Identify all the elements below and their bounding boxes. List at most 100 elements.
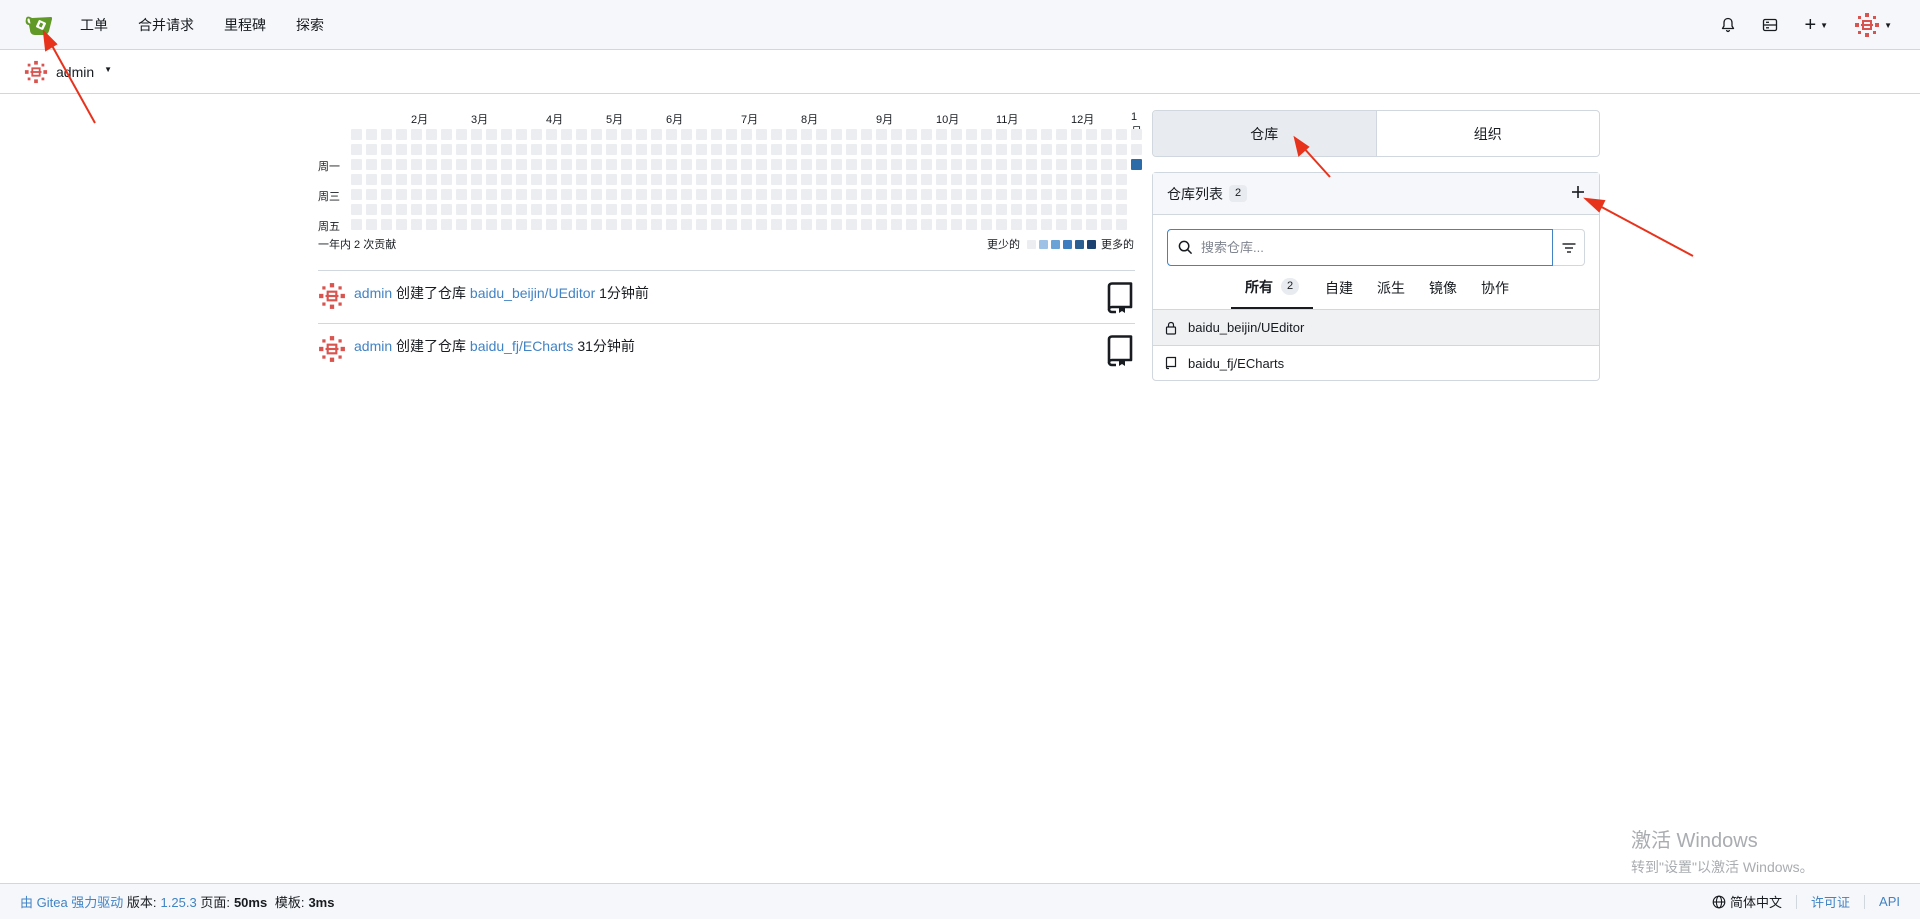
heatmap-cell [546, 219, 557, 230]
heatmap-cell [606, 129, 617, 140]
tab-mirrors[interactable]: 镜像 [1417, 266, 1469, 309]
lock-icon [1165, 321, 1177, 335]
heatmap-cell [996, 189, 1007, 200]
heatmap-cell [861, 219, 872, 230]
activity-feed: admin 创建了仓库 baidu_beijin/UEditor 1分钟前 ad… [318, 270, 1135, 376]
template-time-label: 模板: [274, 895, 305, 910]
feed-user-link[interactable]: admin [354, 285, 392, 301]
heatmap-cell [471, 189, 482, 200]
heatmap-cell [501, 129, 512, 140]
heatmap-cell [1056, 174, 1067, 185]
context-bar: admin ▼ [0, 50, 1920, 94]
heatmap-cell [906, 129, 917, 140]
heatmap-legend: 更少的 更多的 [987, 236, 1134, 252]
feed-item: admin 创建了仓库 baidu_fj/ECharts 31分钟前 [318, 323, 1135, 376]
page-time-label: 页面: [200, 895, 230, 910]
api-link[interactable]: API [1879, 894, 1900, 909]
gitea-logo-icon[interactable] [22, 8, 56, 42]
feed-repo-link[interactable]: baidu_fj/ECharts [470, 338, 574, 354]
repo-list-item[interactable]: baidu_beijin/UEditor [1153, 310, 1599, 345]
heatmap-cell [351, 204, 362, 215]
heatmap-cell [1071, 144, 1082, 155]
heatmap-cell [351, 174, 362, 185]
nav-issues[interactable]: 工单 [80, 15, 108, 35]
heatmap-cell [501, 174, 512, 185]
server-icon[interactable] [1762, 17, 1778, 33]
search-input[interactable] [1201, 240, 1521, 255]
chevron-down-icon: ▼ [1884, 20, 1892, 30]
tab-all[interactable]: 所有 2 [1231, 266, 1313, 309]
heatmap-cell [651, 159, 662, 170]
heatmap-cell [891, 159, 902, 170]
create-menu-button[interactable]: + ▼ [1804, 15, 1829, 35]
repo-search-field[interactable] [1167, 229, 1553, 266]
heatmap-cell [591, 204, 602, 215]
feed-repo-link[interactable]: baidu_beijin/UEditor [470, 285, 595, 301]
heatmap-cell [621, 159, 632, 170]
heatmap-cell [996, 174, 1007, 185]
heatmap-cell [1011, 129, 1022, 140]
nav-pull-requests[interactable]: 合并请求 [138, 15, 194, 35]
tab-repositories[interactable]: 仓库 [1153, 111, 1376, 156]
heatmap-cell [726, 204, 737, 215]
heatmap-cell [636, 159, 647, 170]
heatmap-cell [681, 219, 692, 230]
language-selector[interactable]: 简体中文 [1712, 892, 1782, 911]
filter-button[interactable] [1553, 229, 1585, 266]
heatmap-cell [786, 144, 797, 155]
heatmap-cell [351, 144, 362, 155]
heatmap-cell [906, 204, 917, 215]
tab-organizations[interactable]: 组织 [1375, 111, 1600, 156]
license-link[interactable]: 许可证 [1811, 892, 1850, 911]
heatmap-cell [531, 204, 542, 215]
new-repo-button[interactable] [1571, 184, 1585, 202]
powered-by-link[interactable]: 由 Gitea 强力驱动 [20, 895, 123, 910]
heatmap-cell [621, 129, 632, 140]
heatmap-cell [456, 174, 467, 185]
repo-name[interactable]: baidu_beijin/UEditor [1188, 320, 1304, 335]
tab-forks[interactable]: 派生 [1365, 266, 1417, 309]
repo-count-badge: 2 [1229, 185, 1247, 202]
heatmap-cell [381, 219, 392, 230]
bell-icon[interactable] [1720, 17, 1736, 33]
heatmap-cell [471, 174, 482, 185]
user-menu-button[interactable]: ▼ [1854, 12, 1892, 38]
heatmap-cell [636, 174, 647, 185]
heatmap-cell [561, 204, 572, 215]
heatmap-day-label: 周五 [318, 221, 340, 233]
repo-list-item[interactable]: baidu_fj/ECharts [1153, 345, 1599, 380]
heatmap-cell [1131, 159, 1142, 170]
avatar[interactable] [318, 282, 346, 310]
heatmap-cell [636, 144, 647, 155]
heatmap-cell [921, 189, 932, 200]
avatar[interactable] [318, 335, 346, 363]
heatmap-cell [396, 159, 407, 170]
heatmap-cell [1056, 219, 1067, 230]
tab-sources[interactable]: 自建 [1313, 266, 1365, 309]
heatmap-cell [936, 129, 947, 140]
repo-name[interactable]: baidu_fj/ECharts [1188, 356, 1284, 371]
heatmap-cell [996, 219, 1007, 230]
heatmap-cell [1116, 204, 1127, 215]
heatmap-cell [396, 144, 407, 155]
heatmap-cell [576, 189, 587, 200]
feed-user-link[interactable]: admin [354, 338, 392, 354]
nav-milestones[interactable]: 里程碑 [224, 15, 266, 35]
heatmap-cell [951, 129, 962, 140]
heatmap-cell [846, 174, 857, 185]
heatmap-cell [846, 219, 857, 230]
chevron-down-icon[interactable]: ▼ [104, 65, 112, 74]
heatmap-cell [861, 144, 872, 155]
globe-icon [1712, 895, 1726, 908]
avatar [24, 60, 48, 83]
nav-explore[interactable]: 探索 [296, 15, 324, 35]
context-user-switcher[interactable]: admin [56, 64, 94, 80]
heatmap-cell [996, 159, 1007, 170]
heatmap-cell [381, 204, 392, 215]
version-link[interactable]: 1.25.3 [161, 895, 197, 910]
heatmap-cell [1041, 144, 1052, 155]
chevron-down-icon: ▼ [1820, 20, 1829, 30]
heatmap-cell [966, 189, 977, 200]
feed-item: admin 创建了仓库 baidu_beijin/UEditor 1分钟前 [318, 270, 1135, 323]
tab-collaborative[interactable]: 协作 [1469, 266, 1521, 309]
